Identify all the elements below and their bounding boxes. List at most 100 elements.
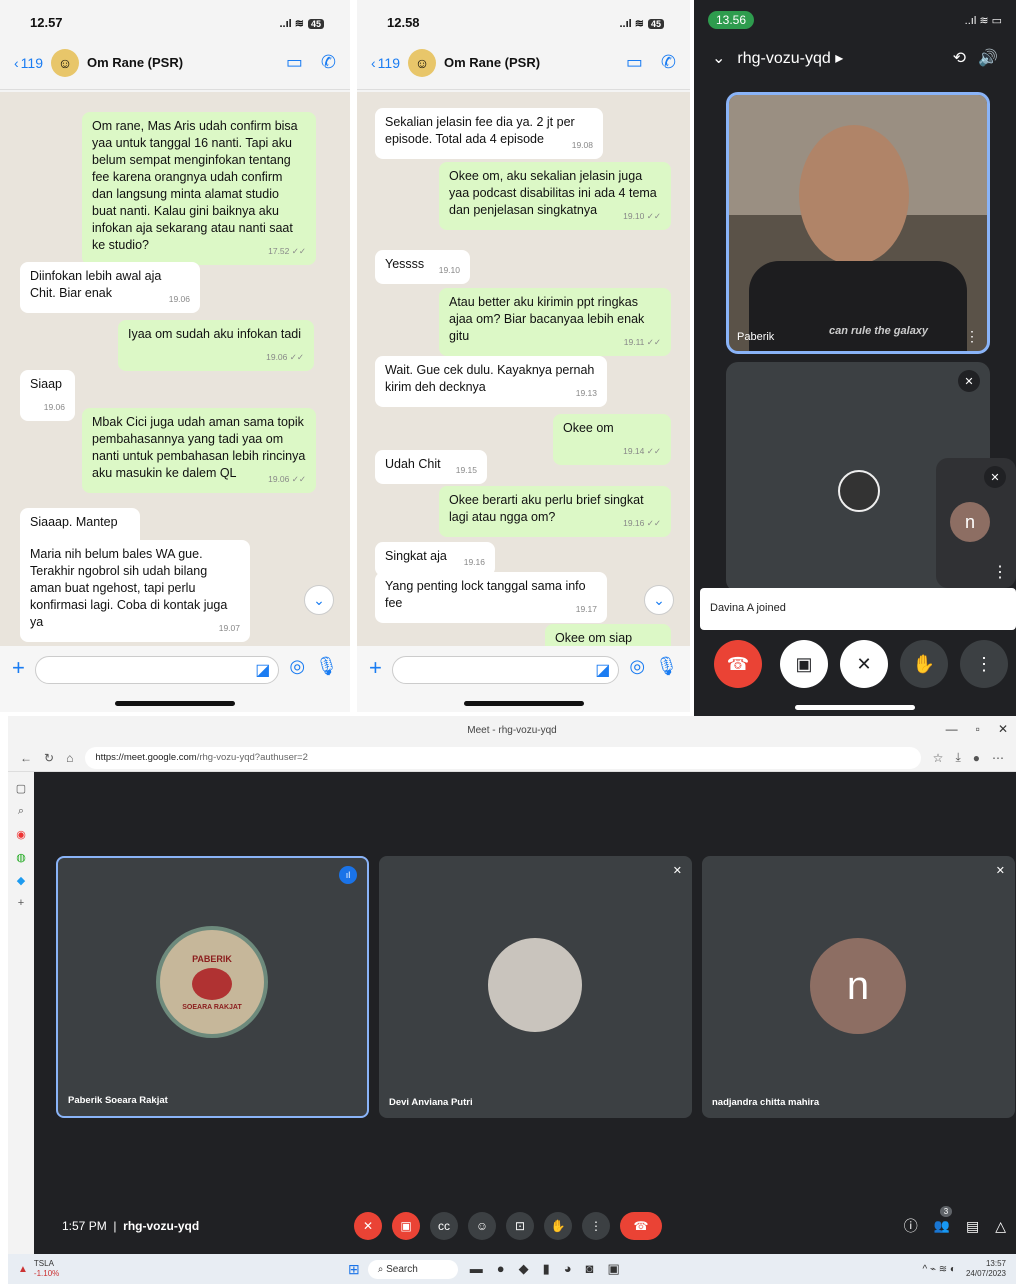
tray-icons[interactable]: ^ ⌁ ≋ ◐ xyxy=(922,1264,955,1275)
people-icon[interactable]: 👥 3 xyxy=(934,1206,953,1234)
phone-call-icon[interactable]: ✆ xyxy=(661,52,676,73)
home-icon[interactable]: ⌂ xyxy=(66,751,73,765)
raise-hand-button[interactable]: ✋ xyxy=(544,1212,572,1240)
clock[interactable]: 13:57 24/07/2023 xyxy=(966,1259,1006,1279)
whatsapp-icon[interactable]: ◍ xyxy=(16,851,26,864)
incoming-message[interactable]: Singkat aja 19.16 xyxy=(375,542,495,576)
camera-icon[interactable]: ◎ xyxy=(289,656,305,677)
back-button[interactable]: ‹ 119 xyxy=(371,55,400,71)
captions-button[interactable]: cc xyxy=(430,1212,458,1240)
mic-off-button[interactable]: ✕ xyxy=(840,640,888,688)
camera-off-button[interactable]: ▣ xyxy=(392,1212,420,1240)
message-text: Siaap xyxy=(30,377,62,391)
raise-hand-button[interactable]: ✋ xyxy=(900,640,948,688)
search-icon[interactable]: ⌕ xyxy=(18,805,24,818)
chat-icon[interactable]: ▤ xyxy=(966,1218,979,1235)
outgoing-message[interactable]: Om rane, Mas Aris udah confirm bisa yaa … xyxy=(82,112,316,265)
participant-tile-small[interactable]: ✕ n ⋮ xyxy=(936,458,1016,588)
back-icon[interactable]: ← xyxy=(20,751,32,765)
minimize-icon[interactable]: — xyxy=(946,722,958,736)
add-icon[interactable]: + xyxy=(18,897,24,909)
collapse-icon[interactable]: ⌄ xyxy=(712,48,725,68)
speaker-icon[interactable]: 🔊 xyxy=(978,48,998,68)
stock-widget[interactable]: TSLA -1.10% xyxy=(34,1259,59,1279)
video-call-icon[interactable]: ▭ xyxy=(626,52,643,73)
tabs-icon[interactable]: ▢ xyxy=(16,782,26,795)
message-text: Singkat aja xyxy=(385,549,447,563)
avatar[interactable]: ☺ xyxy=(51,48,79,77)
sticker-icon[interactable]: ◪ xyxy=(595,660,610,680)
twitter-icon[interactable]: ◆ xyxy=(17,874,25,887)
message-text: Maria nih belum bales WA gue. Terakhir n… xyxy=(30,547,228,629)
present-button[interactable]: ⊡ xyxy=(506,1212,534,1240)
meeting-code[interactable]: rhg-vozu-yqd ▸ xyxy=(737,48,843,68)
incoming-message[interactable]: Yang penting lock tanggal sama info fee 1… xyxy=(375,572,607,623)
video-call-icon[interactable]: ▭ xyxy=(286,52,303,73)
attach-plus-icon[interactable]: + xyxy=(369,656,382,680)
tab-title[interactable]: Meet - rhg-vozu-yqd xyxy=(467,725,556,736)
contact-name[interactable]: Om Rane (PSR) xyxy=(444,55,608,70)
outgoing-message[interactable]: Iyaa om sudah aku infokan tadi 19.06 ✓✓ xyxy=(118,320,314,371)
attach-plus-icon[interactable]: + xyxy=(12,656,25,680)
self-video-tile[interactable]: can rule the galaxy Paberik ⋮ xyxy=(726,92,990,354)
reload-icon[interactable]: ↻ xyxy=(44,751,54,765)
activities-icon[interactable]: △ xyxy=(995,1218,1006,1235)
microphone-icon[interactable]: 🎙 xyxy=(655,656,678,677)
tile-nadjandra[interactable]: ✕ n nadjandra chitta mahira xyxy=(702,856,1015,1118)
avatar[interactable]: ☺ xyxy=(408,48,436,77)
switch-camera-icon[interactable]: ⟲ xyxy=(953,48,966,68)
incoming-message[interactable]: Maria nih belum bales WA gue. Terakhir n… xyxy=(20,540,250,642)
info-icon[interactable]: ⓘ xyxy=(904,1216,918,1236)
menu-icon[interactable]: ⋯ xyxy=(992,751,1004,765)
outgoing-message[interactable]: Okee om siap19.20 ✓✓ xyxy=(545,624,671,646)
chat-messages: Om rane, Mas Aris udah confirm bisa yaa … xyxy=(0,92,350,646)
end-call-button[interactable]: ☎ xyxy=(620,1212,662,1240)
incoming-message[interactable]: Udah Chit 19.15 xyxy=(375,450,487,484)
windows-start-icon[interactable]: ⊞ xyxy=(348,1261,360,1278)
profile-icon[interactable]: ● xyxy=(973,751,980,765)
tile-paberik[interactable]: ıl PABERIK SOEARA RAKJAT Paberik Soeara … xyxy=(56,856,369,1118)
outgoing-message[interactable]: Okee berarti aku perlu brief singkat lag… xyxy=(439,486,671,537)
scroll-down-button[interactable]: ⌄ xyxy=(304,585,334,615)
message-time: 19.06 ✓✓ xyxy=(266,352,304,362)
more-options-icon[interactable]: ⋮ xyxy=(965,328,979,345)
incoming-message[interactable]: Wait. Gue cek dulu. Kayaknya pernah kiri… xyxy=(375,356,607,407)
camera-off-button[interactable]: ▣ xyxy=(780,640,828,688)
tile-devi[interactable]: ✕ Devi Anviana Putri xyxy=(379,856,692,1118)
favorites-icon[interactable]: ☆ xyxy=(933,751,944,765)
camera-icon[interactable]: ◎ xyxy=(629,656,645,677)
incoming-message[interactable]: Sekalian jelasin fee dia ya. 2 jt per ep… xyxy=(375,108,603,159)
person-face xyxy=(799,125,909,265)
more-options-button[interactable]: ⋮ xyxy=(582,1212,610,1240)
message-input[interactable]: ◪ xyxy=(391,656,620,684)
message-input[interactable]: ◪ xyxy=(34,656,280,684)
more-options-button[interactable]: ⋮ xyxy=(960,640,1008,688)
incoming-message[interactable]: Siaap 19.06 xyxy=(20,370,75,421)
taskbar-apps[interactable]: ▬●◆▮◕◙▣ xyxy=(470,1261,634,1277)
contact-name[interactable]: Om Rane (PSR) xyxy=(87,55,268,70)
taskbar-search[interactable]: ⌕ Search xyxy=(367,1259,458,1279)
outgoing-message[interactable]: Okee om, aku sekalian jelasin juga yaa p… xyxy=(439,162,671,230)
outgoing-message[interactable]: Atau better aku kirimin ppt ringkas ajaa… xyxy=(439,288,671,356)
back-button[interactable]: ‹ 119 xyxy=(14,55,43,71)
end-call-button[interactable]: ☎ xyxy=(714,640,762,688)
more-options-icon[interactable]: ⋮ xyxy=(992,562,1008,582)
chat-header: ‹ 119 ☺ Om Rane (PSR) ▭ ✆ xyxy=(0,36,350,90)
mic-off-button[interactable]: ✕ xyxy=(354,1212,382,1240)
restore-icon[interactable]: ▫ xyxy=(976,722,980,736)
close-icon[interactable]: ✕ xyxy=(998,722,1008,736)
scroll-down-button[interactable]: ⌄ xyxy=(644,585,674,615)
download-icon[interactable]: ⤓ xyxy=(955,750,960,765)
record-icon[interactable]: ◉ xyxy=(16,828,26,841)
outgoing-message[interactable]: Mbak Cici juga udah aman sama topik pemb… xyxy=(82,408,316,493)
incoming-message[interactable]: Diinfokan lebih awal aja Chit. Biar enak… xyxy=(20,262,200,313)
microphone-icon[interactable]: 🎙 xyxy=(315,656,338,677)
phone-call-icon[interactable]: ✆ xyxy=(321,52,336,73)
outgoing-message[interactable]: Okee om 19.14 ✓✓ xyxy=(553,414,671,465)
sticker-icon[interactable]: ◪ xyxy=(255,660,270,680)
emoji-button[interactable]: ☺ xyxy=(468,1212,496,1240)
incoming-message[interactable]: Yessss 19.10 xyxy=(375,250,470,284)
url-input[interactable]: https://meet.google.com/rhg-vozu-yqd?aut… xyxy=(85,746,921,769)
participant-avatar xyxy=(488,938,582,1032)
meet-mobile-screenshot: 13.56 ..ıl ≋ ▭ ⌄ rhg-vozu-yqd ▸ ⟲ 🔊 can … xyxy=(694,0,1016,716)
